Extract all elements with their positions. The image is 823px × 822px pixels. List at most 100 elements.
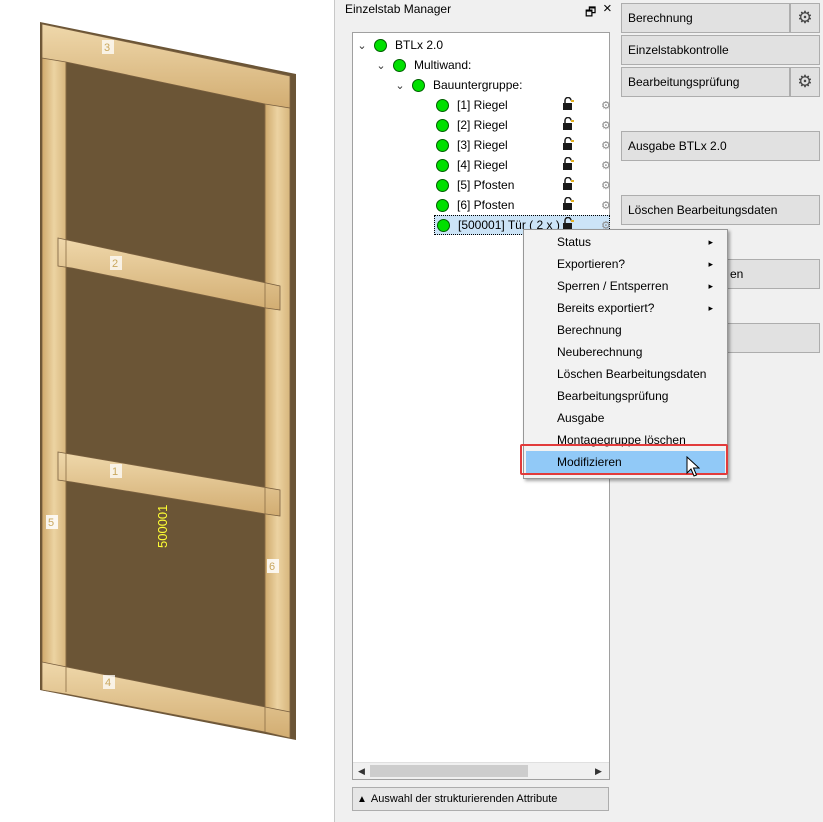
einzelstabkontrolle-label: Einzelstabkontrolle bbox=[628, 43, 729, 57]
unlock-icon[interactable] bbox=[562, 197, 574, 211]
label-5: 5 bbox=[48, 517, 54, 529]
menu-item-label: Montagegruppe löschen bbox=[557, 433, 686, 447]
tree-node-label: Bauuntergruppe: bbox=[433, 78, 523, 92]
frame-back-edge bbox=[40, 22, 296, 740]
bearbeitungspruefung-button[interactable]: Bearbeitungsprüfung bbox=[621, 67, 790, 97]
status-green-icon bbox=[374, 38, 387, 52]
tree-node-riegel-1[interactable]: [1] Riegel bbox=[436, 95, 508, 115]
close-panel-icon[interactable]: × bbox=[603, 0, 612, 17]
label-1: 1 bbox=[112, 466, 118, 478]
menu-item-montagegruppe-loeschen[interactable]: Montagegruppe löschen bbox=[526, 429, 725, 451]
berechnung-button[interactable]: Berechnung bbox=[621, 3, 790, 33]
gear-icon[interactable]: ⚙ bbox=[601, 139, 611, 152]
status-green-icon bbox=[436, 198, 449, 212]
gear-icon[interactable]: ⚙ bbox=[601, 159, 611, 172]
menu-item-status[interactable]: Status ▸ bbox=[526, 231, 725, 253]
3d-viewport[interactable]: 3 2 1 4 5 6 500001 bbox=[0, 0, 334, 822]
tree-node-label: [4] Riegel bbox=[457, 158, 508, 172]
context-menu: Status ▸ Exportieren? ▸ Sperren / Entspe… bbox=[523, 229, 728, 479]
menu-item-label: Berechnung bbox=[557, 323, 622, 337]
ausgabe-btlx-button[interactable]: Ausgabe BTLx 2.0 bbox=[621, 131, 820, 161]
chevron-down-icon[interactable]: ⌄ bbox=[374, 59, 388, 72]
berechnung-settings-icon[interactable]: ⚙ bbox=[790, 3, 820, 33]
tree-node-bauuntergruppe[interactable]: ⌄ Bauuntergruppe: bbox=[393, 75, 522, 95]
status-green-icon bbox=[436, 118, 449, 132]
label-2: 2 bbox=[112, 258, 118, 270]
float-panel-icon[interactable]: 🗗 bbox=[585, 3, 596, 24]
submenu-arrow-icon: ▸ bbox=[708, 280, 713, 291]
structuring-attributes-button[interactable]: ▲ Auswahl der strukturierenden Attribute bbox=[352, 787, 609, 811]
status-green-icon bbox=[412, 78, 425, 92]
menu-item-ausgabe[interactable]: Ausgabe bbox=[526, 407, 725, 429]
menu-item-label: Löschen Bearbeitungsdaten bbox=[557, 367, 707, 381]
menu-item-loeschen-bearbeitungsdaten[interactable]: Löschen Bearbeitungsdaten bbox=[526, 363, 725, 385]
scroll-right-icon[interactable]: ▶ bbox=[595, 766, 602, 777]
menu-item-label: Modifizieren bbox=[557, 455, 622, 469]
tree-node-pfosten-6[interactable]: [6] Pfosten bbox=[436, 195, 514, 215]
tree-node-label: [5] Pfosten bbox=[457, 178, 515, 192]
berechnung-label: Berechnung bbox=[628, 11, 693, 25]
tree-node-pfosten-5[interactable]: [5] Pfosten bbox=[436, 175, 514, 195]
right-stile bbox=[264, 69, 291, 737]
menu-item-berechnung[interactable]: Berechnung bbox=[526, 319, 725, 341]
bearbeitungspruefung-label: Bearbeitungsprüfung bbox=[628, 75, 740, 89]
mouse-pointer-icon bbox=[686, 456, 700, 477]
chevron-down-icon[interactable]: ⌄ bbox=[393, 79, 407, 92]
menu-item-bearbeitungspruefung[interactable]: Bearbeitungsprüfung bbox=[526, 385, 725, 407]
gear-icon[interactable]: ⚙ bbox=[601, 99, 611, 112]
status-green-icon bbox=[436, 178, 449, 192]
triangle-up-icon: ▲ bbox=[357, 793, 367, 805]
menu-item-label: Ausgabe bbox=[557, 411, 605, 425]
tree-node-label: BTLx 2.0 bbox=[395, 38, 444, 52]
submenu-arrow-icon: ▸ bbox=[708, 258, 713, 269]
tree-node-label: [6] Pfosten bbox=[457, 198, 515, 212]
menu-item-label: Status bbox=[557, 235, 592, 249]
horizontal-scrollbar[interactable]: ◀ ▶ bbox=[353, 762, 609, 779]
menu-item-label: Sperren / Entsperren bbox=[557, 279, 669, 293]
chevron-down-icon[interactable]: ⌄ bbox=[355, 39, 369, 52]
label-6: 6 bbox=[269, 561, 275, 573]
partially-hidden-label: en bbox=[730, 267, 744, 281]
label-3: 3 bbox=[104, 42, 110, 54]
status-green-icon bbox=[436, 158, 449, 172]
menu-item-bereits-exportiert[interactable]: Bereits exportiert? ▸ bbox=[526, 297, 725, 319]
menu-item-exportieren[interactable]: Exportieren? ▸ bbox=[526, 253, 725, 275]
scrollbar-thumb[interactable] bbox=[370, 765, 528, 777]
menu-item-neuberechnung[interactable]: Neuberechnung bbox=[526, 341, 725, 363]
gear-icon[interactable]: ⚙ bbox=[601, 179, 611, 192]
einzelstabkontrolle-button[interactable]: Einzelstabkontrolle bbox=[621, 35, 820, 65]
tree-node-label: [3] Riegel bbox=[457, 138, 508, 152]
status-green-icon bbox=[436, 98, 449, 112]
status-green-icon bbox=[437, 218, 450, 232]
tree-node-riegel-3[interactable]: [3] Riegel bbox=[436, 135, 508, 155]
ausgabe-btlx-label: Ausgabe BTLx 2.0 bbox=[628, 139, 727, 153]
bearbeitungspruefung-settings-icon[interactable]: ⚙ bbox=[790, 67, 820, 97]
gear-icon[interactable]: ⚙ bbox=[601, 119, 611, 132]
tree-node-label: Multiwand: bbox=[414, 58, 472, 72]
label-4: 4 bbox=[105, 677, 111, 689]
scroll-left-icon[interactable]: ◀ bbox=[358, 766, 365, 777]
unlock-icon[interactable] bbox=[562, 117, 574, 131]
unlock-icon[interactable] bbox=[562, 137, 574, 151]
unlock-icon[interactable] bbox=[562, 97, 574, 111]
status-green-icon bbox=[436, 138, 449, 152]
structuring-attributes-label: Auswahl der strukturierenden Attribute bbox=[370, 793, 558, 805]
assembly-label: 500001 bbox=[155, 505, 170, 548]
tree-node-btlx[interactable]: ⌄ BTLx 2.0 bbox=[355, 35, 443, 55]
submenu-arrow-icon: ▸ bbox=[708, 302, 713, 313]
menu-item-label: Neuberechnung bbox=[557, 345, 643, 359]
gear-icon[interactable]: ⚙ bbox=[601, 199, 611, 212]
unlock-icon[interactable] bbox=[562, 177, 574, 191]
menu-item-sperren-entsperren[interactable]: Sperren / Entsperren ▸ bbox=[526, 275, 725, 297]
tree-node-multiwand[interactable]: ⌄ Multiwand: bbox=[374, 55, 471, 75]
panel-title: Einzelstab Manager bbox=[345, 2, 452, 16]
left-stile bbox=[41, 23, 67, 693]
status-green-icon bbox=[393, 58, 406, 72]
unlock-icon[interactable] bbox=[562, 157, 574, 171]
loeschen-bearbeitungsdaten-label: Löschen Bearbeitungsdaten bbox=[628, 203, 778, 217]
loeschen-bearbeitungsdaten-button[interactable]: Löschen Bearbeitungsdaten bbox=[621, 195, 820, 225]
door-frame-model: 3 2 1 4 5 6 500001 bbox=[40, 22, 296, 740]
tree-node-riegel-4[interactable]: [4] Riegel bbox=[436, 155, 508, 175]
submenu-arrow-icon: ▸ bbox=[708, 236, 713, 247]
tree-node-riegel-2[interactable]: [2] Riegel bbox=[436, 115, 508, 135]
